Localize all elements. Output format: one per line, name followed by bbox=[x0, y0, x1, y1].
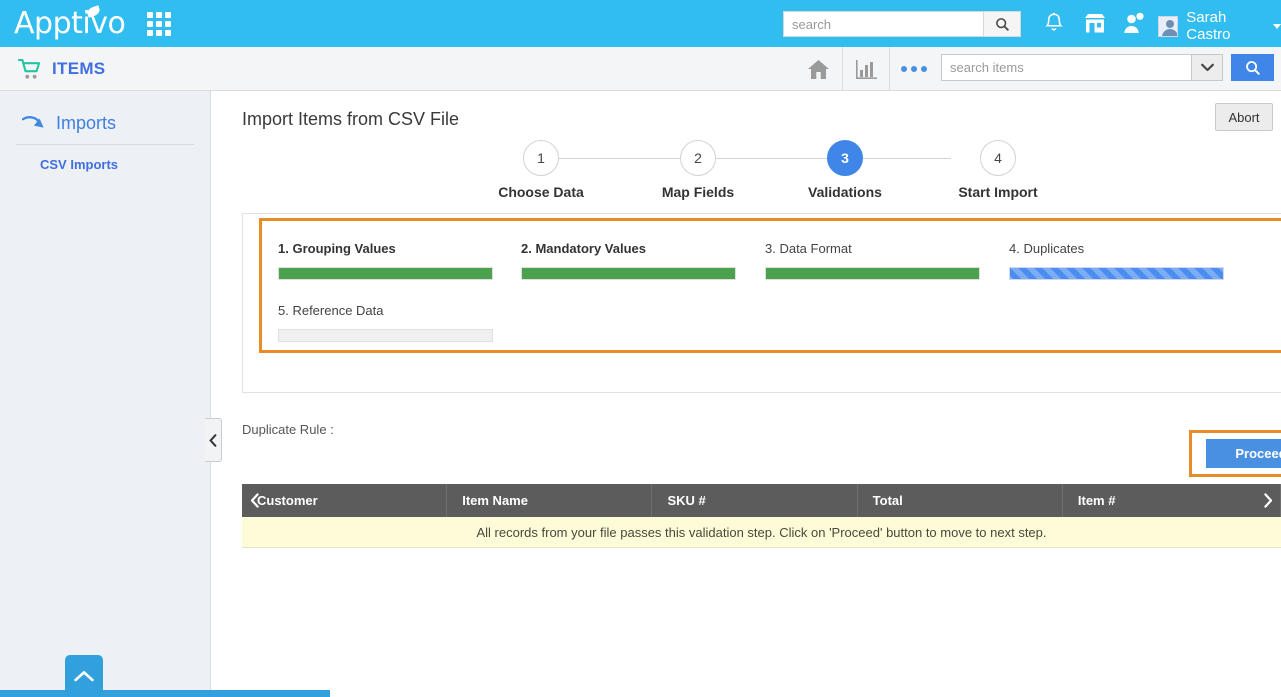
app-logo-text: Apptivo bbox=[14, 6, 125, 41]
validation-message: All records from your file passes this v… bbox=[476, 525, 1046, 540]
apps-grid-icon[interactable] bbox=[147, 12, 171, 36]
bar-chart-icon[interactable] bbox=[842, 47, 890, 91]
validation-progress-bar bbox=[765, 267, 980, 280]
avatar bbox=[1158, 16, 1178, 37]
table-column-sku[interactable]: SKU # bbox=[652, 484, 857, 517]
validation-message-bar: All records from your file passes this v… bbox=[242, 517, 1281, 548]
more-dots-icon[interactable] bbox=[890, 47, 938, 91]
bottom-status-strip bbox=[0, 690, 330, 697]
search-icon bbox=[1245, 60, 1261, 76]
home-icon[interactable] bbox=[794, 47, 842, 91]
wizard-step-2-number[interactable]: 2 bbox=[680, 140, 716, 176]
validation-progress-fill bbox=[522, 268, 735, 279]
validation-progress-bar bbox=[278, 329, 493, 342]
validation-highlight-box: 1. Grouping Values 2. Mandatory Values 3… bbox=[259, 218, 1281, 353]
wizard-step-4-label: Start Import bbox=[951, 184, 1045, 200]
global-search-input[interactable] bbox=[784, 12, 983, 36]
wizard-step-2[interactable]: 2 Map Fields bbox=[651, 140, 745, 200]
chevron-up-icon bbox=[74, 670, 94, 683]
records-table-header: Customer Item Name SKU # Total Item # bbox=[242, 484, 1281, 517]
user-name: Sarah Castro bbox=[1186, 9, 1267, 43]
table-column-customer[interactable]: Customer bbox=[242, 484, 447, 517]
validation-label: 3. Data Format bbox=[765, 241, 980, 256]
sidebar: Imports CSV Imports bbox=[0, 91, 211, 697]
validation-label: 5. Reference Data bbox=[278, 303, 493, 318]
wizard-step-4[interactable]: 4 Start Import bbox=[951, 140, 1045, 200]
validation-progress-bar bbox=[1009, 267, 1224, 280]
wizard-step-4-number[interactable]: 4 bbox=[980, 140, 1016, 176]
proceed-button[interactable]: Proceed bbox=[1206, 439, 1281, 468]
wizard-step-1[interactable]: 1 Choose Data bbox=[494, 140, 588, 200]
item-search[interactable] bbox=[941, 54, 1223, 81]
sidebar-item-label: CSV Imports bbox=[40, 157, 118, 172]
table-scroll-left-button[interactable] bbox=[242, 484, 268, 517]
item-search-button[interactable] bbox=[1231, 54, 1274, 81]
validation-item-reference-data: 5. Reference Data bbox=[278, 303, 493, 342]
validation-label: 4. Duplicates bbox=[1009, 241, 1224, 256]
user-menu[interactable]: Sarah Castro bbox=[1158, 9, 1281, 43]
scroll-to-top-button[interactable] bbox=[65, 655, 103, 697]
shopping-cart-icon bbox=[18, 58, 42, 80]
chevron-left-icon bbox=[250, 493, 260, 508]
validation-item-grouping-values: 1. Grouping Values bbox=[278, 241, 493, 280]
validation-label: 2. Mandatory Values bbox=[521, 241, 736, 256]
validation-item-duplicates: 4. Duplicates bbox=[1009, 241, 1224, 280]
wizard-step-3-label: Validations bbox=[798, 184, 892, 200]
validation-progress-fill bbox=[766, 268, 979, 279]
search-icon bbox=[995, 17, 1010, 32]
chevron-down-icon bbox=[1273, 24, 1281, 29]
validation-card: 1. Grouping Values 2. Mandatory Values 3… bbox=[242, 213, 1281, 393]
app-title-label: ITEMS bbox=[52, 59, 105, 79]
page-title: Import Items from CSV File bbox=[242, 109, 459, 130]
chevron-down-icon bbox=[1201, 63, 1214, 72]
item-search-dropdown[interactable] bbox=[1191, 55, 1222, 80]
wizard-step-3[interactable]: 3 Validations bbox=[798, 140, 892, 200]
wizard-steps: 1 Choose Data 2 Map Fields 3 Validations… bbox=[494, 140, 994, 210]
sidebar-item-csv-imports[interactable]: CSV Imports bbox=[0, 145, 210, 172]
person-add-icon[interactable] bbox=[1122, 12, 1146, 40]
sidebar-header-imports[interactable]: Imports bbox=[0, 91, 210, 134]
global-search-button[interactable] bbox=[983, 12, 1020, 36]
table-column-item-number[interactable]: Item # bbox=[1063, 484, 1281, 517]
table-scroll-right-button[interactable] bbox=[1255, 484, 1281, 517]
app-title[interactable]: ITEMS bbox=[18, 58, 105, 80]
validation-item-mandatory-values: 2. Mandatory Values bbox=[521, 241, 736, 280]
sidebar-collapse-handle[interactable] bbox=[205, 418, 222, 462]
validation-progress-bar bbox=[278, 267, 493, 280]
item-search-input[interactable] bbox=[942, 55, 1191, 80]
validation-item-data-format: 3. Data Format bbox=[765, 241, 980, 280]
import-arrow-icon bbox=[22, 116, 46, 132]
bell-icon[interactable] bbox=[1043, 12, 1065, 40]
app-logo[interactable]: Apptivo bbox=[14, 9, 125, 39]
global-search[interactable] bbox=[783, 11, 1021, 37]
wizard-step-3-number[interactable]: 3 bbox=[827, 140, 863, 176]
table-column-item-name[interactable]: Item Name bbox=[447, 484, 652, 517]
abort-button[interactable]: Abort bbox=[1215, 103, 1273, 131]
wizard-step-1-label: Choose Data bbox=[494, 184, 588, 200]
proceed-highlight-box: Proceed bbox=[1189, 430, 1281, 477]
wizard-step-2-label: Map Fields bbox=[651, 184, 745, 200]
wizard-step-1-number[interactable]: 1 bbox=[523, 140, 559, 176]
chevron-left-icon bbox=[209, 434, 217, 447]
table-column-total[interactable]: Total bbox=[858, 484, 1063, 517]
top-header-bar: Apptivo bbox=[0, 0, 1281, 47]
validation-label: 1. Grouping Values bbox=[278, 241, 493, 256]
app-toolbar-tools bbox=[794, 47, 938, 91]
validation-progress-fill bbox=[279, 268, 492, 279]
validation-progress-bar bbox=[521, 267, 736, 280]
store-icon[interactable] bbox=[1083, 13, 1107, 39]
chevron-right-icon bbox=[1263, 493, 1273, 508]
main-content: Import Items from CSV File Abort 1 Choos… bbox=[211, 91, 1281, 697]
sidebar-header-label: Imports bbox=[56, 113, 116, 134]
duplicate-rule-label: Duplicate Rule : bbox=[242, 422, 334, 437]
